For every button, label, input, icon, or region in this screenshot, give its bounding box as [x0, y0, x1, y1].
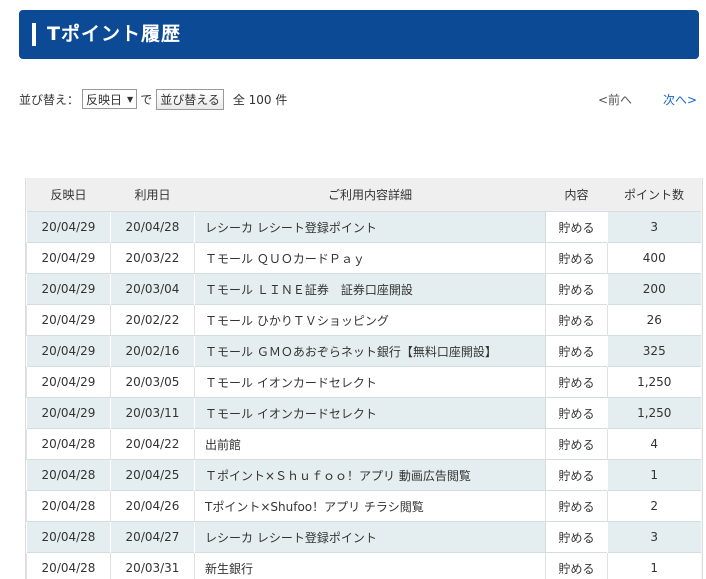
cell-reflect-date: 20/04/29 [26, 335, 111, 367]
table-row: 20/04/29 20/03/05 Ｔモール イオンカードセレクト 貯める 1,… [26, 366, 701, 398]
table-row: 20/04/28 20/04/26 Tポイント×Shufoo！アプリ チラシ閲覧… [26, 490, 701, 522]
table-row: 20/04/29 20/02/16 Ｔモール ＧＭＯあおぞらネット銀行【無料口座… [26, 335, 701, 367]
cell-detail: Ｔポイント×Ｓｈｕｆｏｏ！アプリ 動画広告閲覧 [194, 459, 546, 491]
cell-detail: Ｔモール ＱＵＯカードＰａｙ [194, 242, 546, 274]
cell-type: 貯める [545, 304, 608, 336]
cell-type: 貯める [545, 366, 608, 398]
cell-detail: Ｔモール ひかりＴＶショッピング [194, 304, 546, 336]
cell-reflect-date: 20/04/28 [26, 459, 111, 491]
cell-points: 3 [607, 521, 701, 553]
cell-detail: Ｔモール ＧＭＯあおぞらネット銀行【無料口座開設】 [194, 335, 546, 367]
column-header-type: 内容 [545, 178, 608, 212]
cell-points: 1 [607, 459, 701, 491]
cell-points: 3 [607, 211, 701, 243]
points-history-table-container: 反映日 利用日 ご利用内容詳細 内容 ポイント数 20/04/29 20/04/… [25, 178, 703, 579]
cell-reflect-date: 20/04/29 [26, 211, 111, 243]
cell-type: 貯める [545, 490, 608, 522]
sort-label: 並び替え： [19, 92, 80, 107]
table-body: 20/04/29 20/04/28 レシーカ レシート登録ポイント 貯める 3 … [26, 211, 701, 579]
cell-use-date: 20/02/22 [110, 304, 195, 336]
column-header-points: ポイント数 [607, 178, 701, 212]
cell-type: 貯める [545, 335, 608, 367]
cell-use-date: 20/04/25 [110, 459, 195, 491]
cell-detail: レシーカ レシート登録ポイント [194, 211, 546, 243]
points-history-page: Tポイント履歴 並び替え： 反映日 ▼ で 並び替える 全 100 件 <前へ … [0, 0, 706, 579]
sort-connector-text: で [140, 92, 153, 107]
prev-page-link[interactable]: <前へ [598, 91, 632, 108]
cell-detail: 新生銀行 [194, 552, 546, 579]
cell-detail: Ｔモール イオンカードセレクト [194, 397, 546, 429]
next-page-link[interactable]: 次へ> [663, 91, 697, 108]
cell-points: 1,250 [607, 366, 701, 398]
cell-reflect-date: 20/04/28 [26, 552, 111, 579]
cell-reflect-date: 20/04/29 [26, 366, 111, 398]
cell-use-date: 20/04/28 [110, 211, 195, 243]
cell-use-date: 20/03/22 [110, 242, 195, 274]
cell-type: 貯める [545, 273, 608, 305]
cell-use-date: 20/02/16 [110, 335, 195, 367]
cell-points: 400 [607, 242, 701, 274]
table-row: 20/04/29 20/03/22 Ｔモール ＱＵＯカードＰａｙ 貯める 400 [26, 242, 701, 274]
cell-use-date: 20/03/04 [110, 273, 195, 305]
cell-points: 1 [607, 552, 701, 579]
cell-detail: 出前館 [194, 428, 546, 460]
chevron-down-icon: ▼ [127, 94, 134, 104]
table-row: 20/04/28 20/03/31 新生銀行 貯める 1 [26, 552, 701, 579]
cell-type: 貯める [545, 428, 608, 460]
points-history-table: 反映日 利用日 ご利用内容詳細 内容 ポイント数 20/04/29 20/04/… [26, 178, 701, 579]
table-row: 20/04/28 20/04/25 Ｔポイント×Ｓｈｕｆｏｏ！アプリ 動画広告閲… [26, 459, 701, 491]
cell-use-date: 20/03/05 [110, 366, 195, 398]
sort-controls: 並び替え： 反映日 ▼ で 並び替える 全 100 件 [19, 88, 287, 110]
table-row: 20/04/29 20/03/11 Ｔモール イオンカードセレクト 貯める 1,… [26, 397, 701, 429]
cell-points: 200 [607, 273, 701, 305]
cell-detail: Ｔモール イオンカードセレクト [194, 366, 546, 398]
sort-key-selected-value: 反映日 [86, 92, 123, 107]
cell-use-date: 20/03/11 [110, 397, 195, 429]
cell-type: 貯める [545, 552, 608, 579]
cell-reflect-date: 20/04/29 [26, 242, 111, 274]
cell-use-date: 20/04/27 [110, 521, 195, 553]
cell-points: 4 [607, 428, 701, 460]
cell-reflect-date: 20/04/28 [26, 428, 111, 460]
cell-reflect-date: 20/04/28 [26, 490, 111, 522]
table-header-row: 反映日 利用日 ご利用内容詳細 内容 ポイント数 [26, 178, 701, 212]
table-row: 20/04/29 20/02/22 Ｔモール ひかりＴＶショッピング 貯める 2… [26, 304, 701, 336]
table-row: 20/04/29 20/03/04 Ｔモール ＬＩＮＥ証券 証券口座開設 貯める… [26, 273, 701, 305]
column-header-use-date: 利用日 [110, 178, 195, 212]
cell-detail: Tポイント×Shufoo！アプリ チラシ閲覧 [194, 490, 546, 522]
cell-points: 26 [607, 304, 701, 336]
cell-reflect-date: 20/04/28 [26, 521, 111, 553]
cell-type: 貯める [545, 211, 608, 243]
cell-points: 325 [607, 335, 701, 367]
page-header: Tポイント履歴 [19, 10, 699, 59]
cell-reflect-date: 20/04/29 [26, 397, 111, 429]
cell-detail: レシーカ レシート登録ポイント [194, 521, 546, 553]
table-row: 20/04/28 20/04/27 レシーカ レシート登録ポイント 貯める 3 [26, 521, 701, 553]
cell-points: 2 [607, 490, 701, 522]
header-accent-bar [32, 23, 36, 46]
page-title: Tポイント履歴 [47, 23, 181, 45]
cell-reflect-date: 20/04/29 [26, 273, 111, 305]
total-count: 全 100 件 [232, 92, 288, 107]
cell-reflect-date: 20/04/29 [26, 304, 111, 336]
cell-use-date: 20/04/22 [110, 428, 195, 460]
column-header-reflect-date: 反映日 [26, 178, 111, 212]
table-row: 20/04/29 20/04/28 レシーカ レシート登録ポイント 貯める 3 [26, 211, 701, 243]
sort-key-select[interactable]: 反映日 ▼ [82, 89, 138, 109]
column-header-detail: ご利用内容詳細 [194, 178, 546, 212]
table-row: 20/04/28 20/04/22 出前館 貯める 4 [26, 428, 701, 460]
cell-points: 1,250 [607, 397, 701, 429]
cell-use-date: 20/03/31 [110, 552, 195, 579]
cell-type: 貯める [545, 242, 608, 274]
cell-type: 貯める [545, 521, 608, 553]
cell-use-date: 20/04/26 [110, 490, 195, 522]
cell-detail: Ｔモール ＬＩＮＥ証券 証券口座開設 [194, 273, 546, 305]
cell-type: 貯める [545, 459, 608, 491]
sort-button[interactable]: 並び替える [156, 88, 224, 110]
cell-type: 貯める [545, 397, 608, 429]
